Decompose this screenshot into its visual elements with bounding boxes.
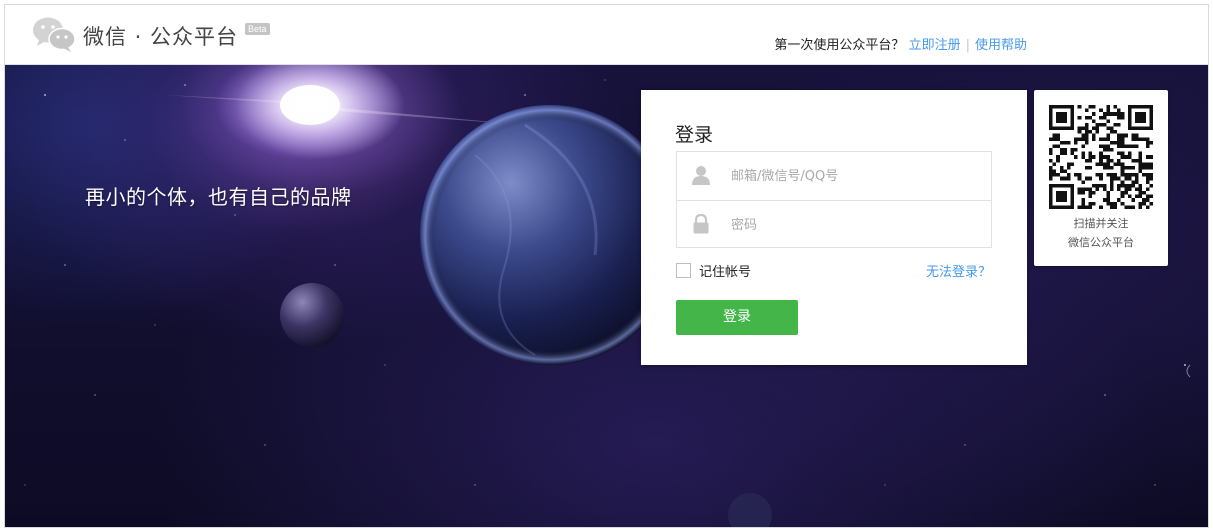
header-links: 第一次使用公众平台？ 立即注册 | 使用帮助 (774, 34, 1027, 53)
header: 微信 · 公众平台 Beta 第一次使用公众平台？ 立即注册 | 使用帮助 (5, 5, 1208, 65)
password-input[interactable] (731, 212, 971, 238)
help-link[interactable]: 使用帮助 (975, 38, 1027, 53)
hero-slogan: 再小的个体，也有自己的品牌 (85, 185, 352, 209)
beta-badge: Beta (245, 23, 270, 35)
lock-icon (693, 214, 709, 234)
remember-checkbox[interactable] (676, 263, 691, 278)
qr-caption-line2: 微信公众平台 (1068, 236, 1134, 249)
link-separator: | (965, 38, 970, 53)
account-field-row (677, 152, 991, 200)
password-field-row (677, 200, 991, 248)
remember-label: 记住帐号 (699, 265, 752, 280)
login-button[interactable]: 登录 (676, 300, 798, 335)
logo-title[interactable]: 微信 · 公众平台 (83, 21, 238, 51)
space-background-image (24, 65, 1191, 527)
hero-banner: 再小的个体，也有自己的品牌 登录 邮箱/微信号/QQ号 记住帐号 无法登录？ 登… (5, 65, 1208, 527)
first-time-question: 第一次使用公众平台？ (774, 38, 905, 53)
qr-panel: 扫描并关注 微信公众平台 (1034, 90, 1168, 266)
cannot-login-link[interactable]: 无法登录？ (926, 261, 991, 280)
account-input[interactable] (731, 163, 971, 189)
register-link[interactable]: 立即注册 (909, 38, 961, 53)
login-fields (676, 151, 992, 248)
qr-code-icon (1049, 105, 1153, 209)
page-frame: 微信 · 公众平台 Beta 第一次使用公众平台？ 立即注册 | 使用帮助 再小… (4, 4, 1209, 528)
remember-account[interactable]: 记住帐号 (676, 261, 751, 280)
wechat-logo-icon[interactable] (31, 15, 77, 53)
user-icon (692, 166, 710, 185)
qr-caption: 扫描并关注 微信公众平台 (1034, 214, 1168, 252)
login-panel: 登录 记住帐 (641, 90, 1027, 365)
login-title: 登录 (675, 124, 714, 146)
qr-caption-line1: 扫描并关注 (1073, 217, 1129, 230)
